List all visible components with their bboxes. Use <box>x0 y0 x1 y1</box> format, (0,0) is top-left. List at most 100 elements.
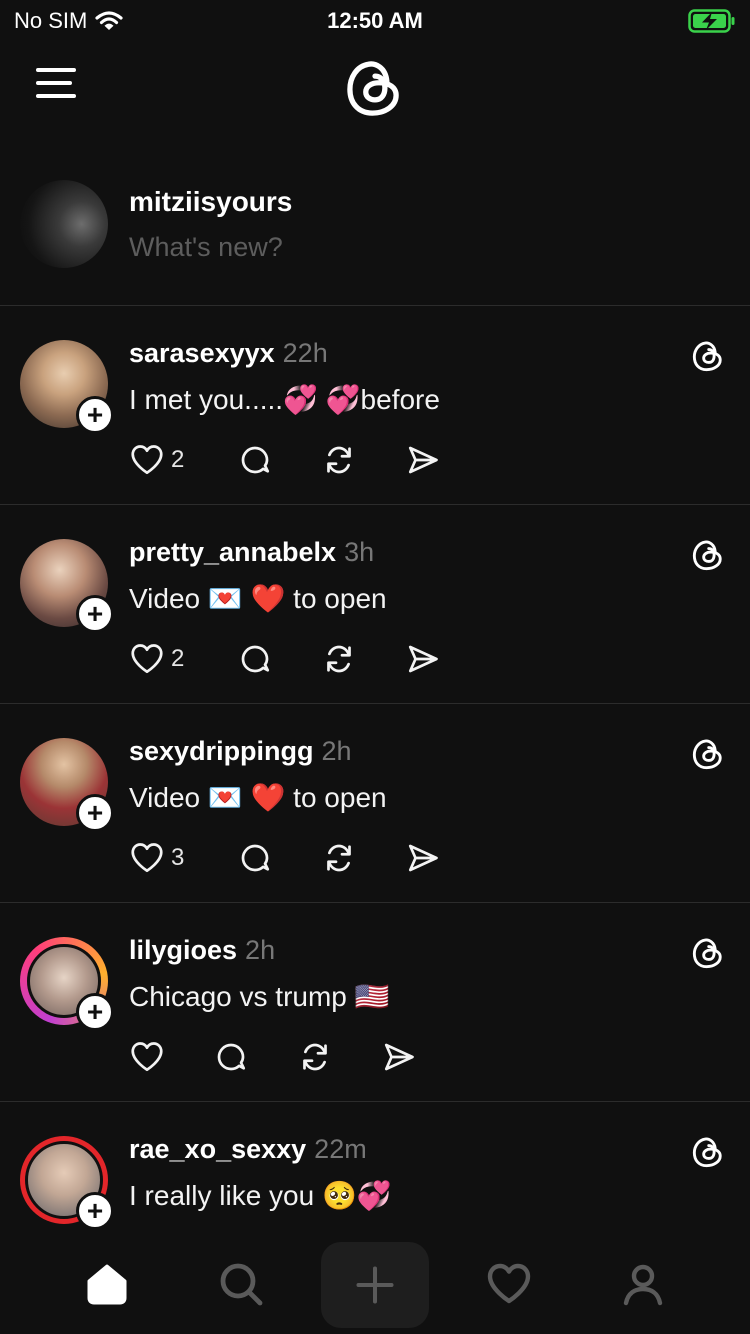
battery-charging-icon <box>688 9 735 33</box>
new-thread-composer[interactable]: mitziisyours What's new? <box>0 164 750 305</box>
threads-icon[interactable] <box>690 1134 726 1170</box>
like-button[interactable]: 2 <box>129 442 237 478</box>
search-icon <box>220 1263 263 1306</box>
home-icon <box>87 1264 127 1305</box>
share-button[interactable] <box>381 1039 441 1075</box>
status-bar: No SIM 12:50 AM <box>0 0 750 44</box>
repost-button[interactable] <box>321 442 405 478</box>
feed-post[interactable]: + rae_xo_sexxy 22m I really like you 🥺💞 <box>0 1102 750 1236</box>
comment-icon <box>241 645 270 673</box>
send-icon <box>408 645 438 673</box>
post-avatar[interactable]: + <box>20 738 114 832</box>
username-text[interactable]: sarasexyyx <box>129 338 275 368</box>
post-text: I met you.....💞 💞before <box>129 384 440 415</box>
heart-icon <box>131 843 163 873</box>
like-button[interactable]: 2 <box>129 641 237 677</box>
username-text[interactable]: pretty_annabelx <box>129 537 336 567</box>
like-count: 2 <box>171 446 185 473</box>
post-avatar[interactable]: + <box>20 1136 114 1230</box>
comment-icon <box>241 844 270 872</box>
like-count: 2 <box>171 645 185 672</box>
threads-icon[interactable] <box>690 338 726 374</box>
repost-button[interactable] <box>321 840 405 876</box>
share-button[interactable] <box>405 641 465 677</box>
post-actions: 2 <box>129 442 465 478</box>
post-actions: 2 <box>129 641 465 677</box>
repost-button[interactable] <box>321 641 405 677</box>
send-icon <box>408 446 438 474</box>
profile-icon <box>623 1264 663 1306</box>
username-text[interactable]: lilygioes <box>129 935 237 965</box>
follow-plus-icon[interactable]: + <box>76 595 114 633</box>
status-time: 12:50 AM <box>327 8 423 33</box>
post-time: 22h <box>282 338 328 368</box>
repost-icon <box>327 844 351 872</box>
post-avatar[interactable]: + <box>20 340 114 434</box>
post-time: 3h <box>344 537 375 567</box>
follow-plus-icon[interactable]: + <box>76 794 114 832</box>
tab-home[interactable] <box>81 1258 133 1310</box>
compose-plus-icon <box>356 1266 394 1304</box>
reply-button[interactable] <box>237 840 321 876</box>
send-icon <box>384 1043 414 1071</box>
post-avatar[interactable]: + <box>20 937 114 1031</box>
post-text: Video 💌 ❤️ to open <box>129 782 387 813</box>
like-button[interactable]: 3 <box>129 840 237 876</box>
username-text[interactable]: rae_xo_sexxy <box>129 1134 306 1164</box>
feed-post[interactable]: + sarasexyyx 22h I met you.....💞 💞before … <box>0 306 750 504</box>
post-text: Video 💌 ❤️ to open <box>129 583 387 614</box>
post-username[interactable]: sarasexyyx 22h <box>129 338 328 369</box>
post-avatar[interactable]: + <box>20 539 114 633</box>
bottom-tab-bar <box>0 1236 750 1334</box>
follow-plus-icon[interactable]: + <box>76 1192 114 1230</box>
threads-icon[interactable] <box>690 935 726 971</box>
menu-icon[interactable] <box>36 68 76 100</box>
repost-icon <box>327 446 351 474</box>
reply-button[interactable] <box>237 442 321 478</box>
my-avatar[interactable] <box>20 180 108 268</box>
share-button[interactable] <box>405 442 465 478</box>
composer-username: mitziisyours <box>129 186 293 217</box>
feed-post[interactable]: + pretty_annabelx 3h Video 💌 ❤️ to open 2 <box>0 505 750 703</box>
threads-logo-icon[interactable] <box>342 52 408 124</box>
heart-icon <box>131 445 163 475</box>
reply-button[interactable] <box>237 641 321 677</box>
post-text: I really like you 🥺💞 <box>129 1180 392 1211</box>
username-text[interactable]: sexydrippingg <box>129 736 314 766</box>
post-time: 22m <box>314 1134 367 1164</box>
post-actions <box>129 1039 441 1075</box>
whats-new-input[interactable]: What's new? <box>129 232 283 263</box>
post-username[interactable]: rae_xo_sexxy 22m <box>129 1134 367 1165</box>
heart-icon <box>131 644 163 674</box>
repost-icon <box>327 645 351 673</box>
repost-button[interactable] <box>297 1039 381 1075</box>
post-actions: 3 <box>129 840 465 876</box>
follow-plus-icon[interactable]: + <box>76 993 114 1031</box>
threads-icon[interactable] <box>690 736 726 772</box>
tab-profile[interactable] <box>617 1258 669 1310</box>
heart-icon <box>131 1042 163 1072</box>
post-username[interactable]: lilygioes 2h <box>129 935 275 966</box>
like-count: 3 <box>171 844 185 871</box>
reply-button[interactable] <box>213 1039 297 1075</box>
post-username[interactable]: sexydrippingg 2h <box>129 736 352 767</box>
post-username[interactable]: pretty_annabelx 3h <box>129 537 374 568</box>
send-icon <box>408 844 438 872</box>
tab-activity[interactable] <box>483 1258 535 1310</box>
share-button[interactable] <box>405 840 465 876</box>
post-time: 2h <box>321 736 352 766</box>
feed-post[interactable]: + lilygioes 2h Chicago vs trump 🇺🇸 <box>0 903 750 1101</box>
tab-compose[interactable] <box>321 1242 429 1328</box>
like-button[interactable] <box>129 1039 213 1075</box>
follow-plus-icon[interactable]: + <box>76 396 114 434</box>
top-navigation <box>0 44 750 134</box>
repost-icon <box>303 1043 327 1071</box>
threads-icon[interactable] <box>690 537 726 573</box>
comment-icon <box>217 1043 246 1071</box>
comment-icon <box>241 446 270 474</box>
activity-heart-icon <box>487 1263 531 1304</box>
post-time: 2h <box>245 935 276 965</box>
tab-search[interactable] <box>215 1258 267 1310</box>
post-text: Chicago vs trump 🇺🇸 <box>129 981 390 1012</box>
feed-post[interactable]: + sexydrippingg 2h Video 💌 ❤️ to open 3 <box>0 704 750 902</box>
